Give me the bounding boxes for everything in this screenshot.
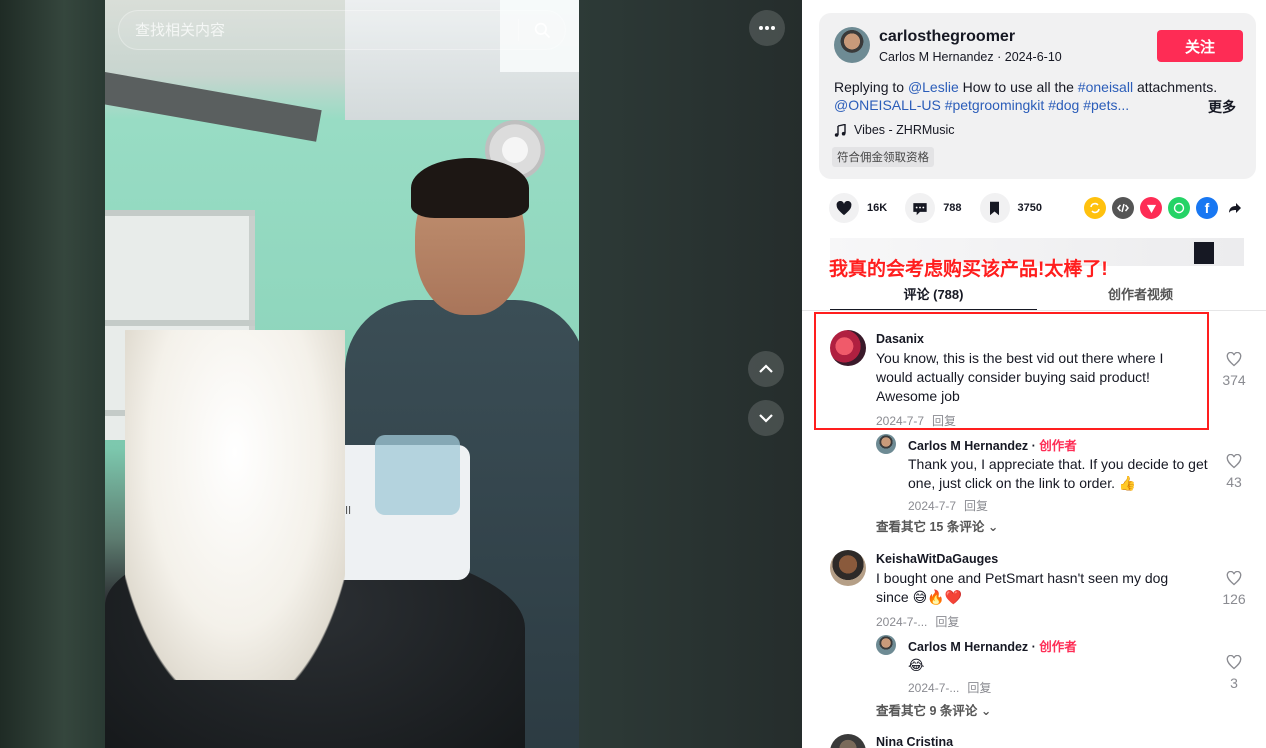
- tabs-divider: [802, 310, 1266, 311]
- comment-like-button[interactable]: 374: [1219, 351, 1249, 388]
- comment-count: 788: [943, 202, 962, 214]
- annotation-text: 我真的会考虑购买该产品!太棒了!: [829, 259, 1108, 280]
- post-description: Replying to @Leslie How to use all the #…: [834, 78, 1244, 114]
- comment-item: Nina Cristina: [876, 735, 1196, 748]
- reply-avatar[interactable]: [876, 635, 896, 655]
- creator-badge: 创作者: [1039, 640, 1077, 654]
- comment-like-count: 374: [1222, 372, 1246, 388]
- search-input[interactable]: [119, 21, 518, 39]
- reply-like-count: 3: [1230, 675, 1238, 691]
- bookmark-icon: [990, 201, 1000, 215]
- comment-action[interactable]: 788: [905, 193, 962, 223]
- reply-author-name[interactable]: Carlos M Hernandez ·: [908, 439, 1039, 453]
- heart-icon: [836, 200, 852, 215]
- more-options-button[interactable]: [749, 10, 785, 46]
- music-row[interactable]: Vibes - ZHRMusic: [834, 123, 954, 137]
- reply-link[interactable]: 回复: [964, 499, 988, 513]
- reply-like-count: 43: [1226, 474, 1242, 490]
- heart-outline-icon: [1226, 453, 1242, 469]
- reply-text: 😂: [908, 657, 925, 673]
- desc-after: attachments.: [1133, 79, 1218, 95]
- reply-text: Thank you, I appreciate that. If you dec…: [908, 456, 1208, 491]
- like-count: 16K: [867, 202, 888, 214]
- commenter-name[interactable]: KeishaWitDaGauges: [876, 552, 1196, 566]
- send-icon[interactable]: [1140, 197, 1162, 219]
- chevron-up-icon: [759, 364, 773, 373]
- tab-creator-videos[interactable]: 创作者视频: [1037, 282, 1244, 310]
- tab-comments[interactable]: 评论 (788): [830, 282, 1037, 310]
- video-grooming-arm: [105, 72, 322, 142]
- view-more-replies[interactable]: 查看其它 9 条评论 ⌄: [876, 700, 991, 719]
- like-action[interactable]: 16K: [829, 193, 887, 223]
- desc-mid: How to use all the: [958, 79, 1078, 95]
- desc-prefix: Replying to: [834, 79, 908, 95]
- next-video-button[interactable]: [748, 400, 784, 436]
- video-dog: [125, 330, 345, 680]
- save-action[interactable]: 3750: [979, 193, 1043, 223]
- search-icon: [534, 22, 551, 39]
- comment-text: I bought one and PetSmart hasn't seen my…: [876, 570, 1169, 605]
- share-row: f: [1084, 197, 1246, 219]
- music-title: Vibes - ZHRMusic: [854, 123, 955, 137]
- comment-item: KeishaWitDaGauges I bought one and PetSm…: [876, 552, 1196, 630]
- comment-icon: [913, 202, 927, 215]
- commenter-name[interactable]: Nina Cristina: [876, 735, 1196, 748]
- author-subtitle: Carlos M Hernandez · 2024-6-10: [879, 50, 1062, 64]
- hashtag-link[interactable]: #oneisall: [1078, 79, 1133, 95]
- reply-item: Carlos M Hernandez · 创作者 😂 2024-7-... 回复: [908, 636, 1208, 696]
- reply-item: Carlos M Hernandez · 创作者 Thank you, I ap…: [908, 435, 1208, 514]
- embed-icon[interactable]: [1112, 197, 1134, 219]
- reply-like-button[interactable]: 3: [1219, 654, 1249, 691]
- desc-hashtags-line[interactable]: @ONEISALL-US #petgroomingkit #dog #pets.…: [834, 97, 1129, 113]
- reply-author-name[interactable]: Carlos M Hernandez ·: [908, 640, 1039, 654]
- info-panel: carlosthegroomer Carlos M Hernandez · 20…: [802, 0, 1266, 748]
- heart-outline-icon: [1226, 570, 1242, 586]
- annotation-highlight-box: [814, 312, 1209, 430]
- video-player[interactable]: oneisall: [105, 0, 579, 748]
- chevron-down-icon: [759, 414, 773, 423]
- reply-date: 2024-7-7: [908, 499, 957, 513]
- comment-like-count: 126: [1222, 591, 1246, 607]
- tab-bar: 评论 (788) 创作者视频: [830, 282, 1244, 310]
- facebook-icon[interactable]: f: [1196, 197, 1218, 219]
- note-icon: [834, 123, 846, 137]
- reply-link[interactable]: 回复: [967, 681, 991, 695]
- whatsapp-icon[interactable]: [1168, 197, 1190, 219]
- comment-date: 2024-7-...: [876, 615, 928, 629]
- video-stage: oneisall: [0, 0, 802, 748]
- creator-badge: 创作者: [1039, 439, 1077, 453]
- heart-outline-icon: [1226, 351, 1242, 367]
- more-link[interactable]: 更多: [1208, 97, 1236, 117]
- reply-link[interactable]: 回复: [935, 615, 959, 629]
- commission-badge: 符合佣金领取资格: [832, 147, 934, 167]
- author-handle[interactable]: carlosthegroomer: [879, 28, 1015, 46]
- previous-video-button[interactable]: [748, 351, 784, 387]
- follow-button[interactable]: 关注: [1157, 30, 1243, 62]
- reply-like-button[interactable]: 43: [1219, 453, 1249, 490]
- repost-icon[interactable]: [1084, 197, 1106, 219]
- more-icon: [759, 26, 775, 30]
- save-count: 3750: [1017, 202, 1043, 214]
- action-bar: 16K 788 3750: [829, 193, 1060, 223]
- reply-date: 2024-7-...: [908, 681, 960, 695]
- author-avatar[interactable]: [834, 27, 870, 63]
- view-more-replies[interactable]: 查看其它 15 条评论 ⌄: [876, 516, 998, 535]
- video-person-hair: [411, 158, 529, 218]
- heart-outline-icon: [1226, 654, 1242, 670]
- reply-avatar[interactable]: [876, 434, 896, 454]
- commenter-avatar[interactable]: [830, 550, 866, 586]
- comment-like-button[interactable]: 126: [1219, 570, 1249, 607]
- post-info-card: carlosthegroomer Carlos M Hernandez · 20…: [819, 13, 1256, 179]
- mention-link[interactable]: @Leslie: [908, 79, 959, 95]
- search-bar[interactable]: [118, 10, 566, 50]
- share-arrow-icon[interactable]: [1224, 197, 1246, 219]
- search-button[interactable]: [519, 11, 565, 49]
- commenter-avatar[interactable]: [830, 734, 866, 748]
